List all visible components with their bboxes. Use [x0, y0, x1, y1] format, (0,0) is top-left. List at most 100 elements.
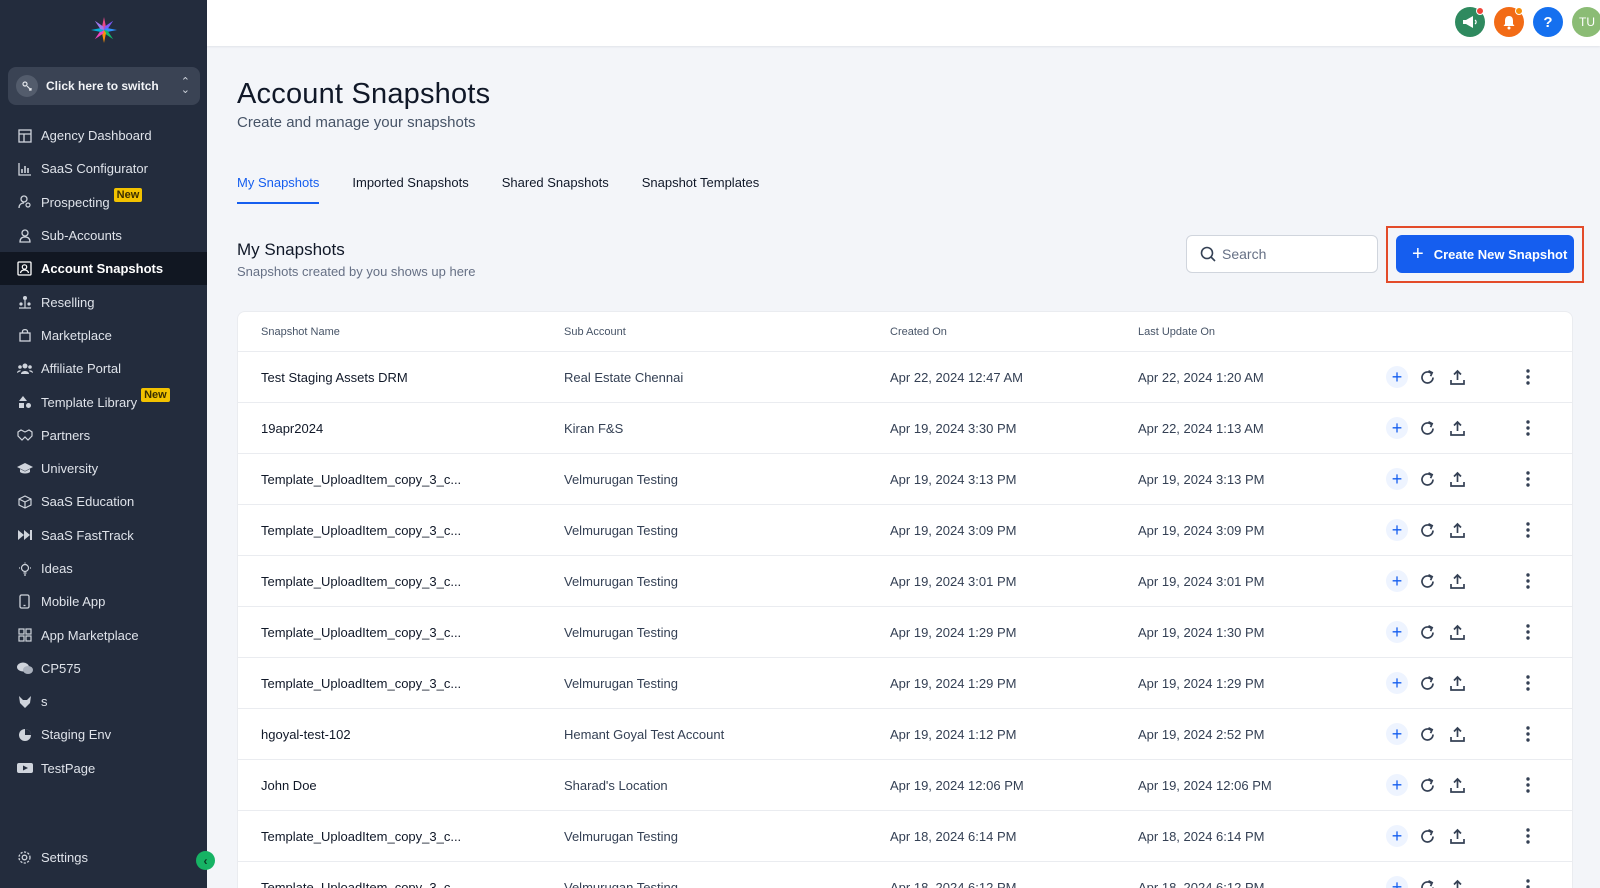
table-row[interactable]: Template_UploadItem_copy_3_c... Velmuruga… — [238, 862, 1572, 888]
sidebar-item-saas-education[interactable]: SaaS Education — [0, 485, 207, 518]
collapse-sidebar-button[interactable]: ‹ — [196, 851, 215, 870]
tab-snapshot-templates[interactable]: Snapshot Templates — [642, 170, 760, 204]
more-options-icon[interactable] — [1518, 876, 1538, 888]
add-icon[interactable]: + — [1386, 621, 1408, 643]
upload-icon[interactable] — [1446, 876, 1468, 888]
app-logo[interactable] — [88, 14, 120, 46]
refresh-icon[interactable] — [1416, 519, 1438, 541]
add-icon[interactable]: + — [1386, 774, 1408, 796]
help-button[interactable]: ? — [1533, 7, 1563, 37]
refresh-icon[interactable] — [1416, 825, 1438, 847]
upload-icon[interactable] — [1446, 570, 1468, 592]
sidebar-item-ideas[interactable]: Ideas — [0, 552, 207, 585]
snapshot-name-cell[interactable]: Template_UploadItem_copy_3_c... — [238, 574, 564, 589]
search-input[interactable] — [1222, 246, 1362, 262]
snapshot-name-cell[interactable]: 19apr2024 — [238, 421, 564, 436]
notifications-button[interactable] — [1494, 7, 1524, 37]
sidebar-item-prospecting[interactable]: Prospecting New — [0, 186, 207, 219]
upload-icon[interactable] — [1446, 468, 1468, 490]
refresh-icon[interactable] — [1416, 723, 1438, 745]
table-row[interactable]: hgoyal-test-102 Hemant Goyal Test Account… — [238, 709, 1572, 760]
avatar[interactable]: TU — [1572, 7, 1600, 37]
sidebar-item-saas-fasttrack[interactable]: SaaS FastTrack — [0, 519, 207, 552]
more-options-icon[interactable] — [1518, 672, 1538, 694]
table-row[interactable]: Test Staging Assets DRM Real Estate Chenn… — [238, 352, 1572, 403]
add-icon[interactable]: + — [1386, 468, 1408, 490]
table-row[interactable]: Template_UploadItem_copy_3_c... Velmuruga… — [238, 811, 1572, 862]
add-icon[interactable]: + — [1386, 570, 1408, 592]
sidebar-item-sub-accounts[interactable]: Sub-Accounts — [0, 219, 207, 252]
sidebar-item-marketplace[interactable]: Marketplace — [0, 319, 207, 352]
refresh-icon[interactable] — [1416, 876, 1438, 888]
add-icon[interactable]: + — [1386, 519, 1408, 541]
more-options-icon[interactable] — [1518, 519, 1538, 541]
upload-icon[interactable] — [1446, 366, 1468, 388]
announcements-button[interactable] — [1455, 7, 1485, 37]
more-options-icon[interactable] — [1518, 774, 1538, 796]
sidebar-item-account-snapshots[interactable]: Account Snapshots — [0, 252, 207, 286]
more-options-icon[interactable] — [1518, 825, 1538, 847]
upload-icon[interactable] — [1446, 621, 1468, 643]
table-row[interactable]: Template_UploadItem_copy_3_c... Velmuruga… — [238, 556, 1572, 607]
account-switcher[interactable]: Click here to switch ⌃ ⌄ — [8, 67, 200, 105]
sidebar-item-reselling[interactable]: Reselling — [0, 285, 207, 318]
sidebar-item-testpage[interactable]: TestPage — [0, 752, 207, 785]
upload-icon[interactable] — [1446, 825, 1468, 847]
add-icon[interactable]: + — [1386, 672, 1408, 694]
snapshot-name-cell[interactable]: John Doe — [238, 778, 564, 793]
sidebar-item-staging-env[interactable]: Staging Env — [0, 718, 207, 751]
sidebar-item-affiliate-portal[interactable]: Affiliate Portal — [0, 352, 207, 385]
sidebar-item-s[interactable]: s — [0, 685, 207, 718]
column-header-created-on[interactable]: Created On — [890, 326, 1138, 338]
more-options-icon[interactable] — [1518, 621, 1538, 643]
more-options-icon[interactable] — [1518, 468, 1538, 490]
snapshot-name-cell[interactable]: Template_UploadItem_copy_3_c... — [238, 880, 564, 888]
table-row[interactable]: Template_UploadItem_copy_3_c... Velmuruga… — [238, 607, 1572, 658]
snapshot-name-cell[interactable]: Template_UploadItem_copy_3_c... — [238, 676, 564, 691]
tab-my-snapshots[interactable]: My Snapshots — [237, 170, 320, 204]
column-header-snapshot-name[interactable]: Snapshot Name — [238, 326, 564, 338]
upload-icon[interactable] — [1446, 723, 1468, 745]
column-header-sub-account[interactable]: Sub Account — [564, 326, 890, 338]
add-icon[interactable]: + — [1386, 417, 1408, 439]
create-new-snapshot-button[interactable]: + Create New Snapshot — [1396, 235, 1574, 273]
snapshot-name-cell[interactable]: Template_UploadItem_copy_3_c... — [238, 829, 564, 844]
more-options-icon[interactable] — [1518, 417, 1538, 439]
add-icon[interactable]: + — [1386, 876, 1408, 888]
refresh-icon[interactable] — [1416, 672, 1438, 694]
sidebar-item-template-library[interactable]: Template Library New — [0, 385, 207, 418]
sidebar-item-settings[interactable]: Settings — [0, 841, 207, 874]
table-row[interactable]: Template_UploadItem_copy_3_c... Velmuruga… — [238, 658, 1572, 709]
snapshot-name-cell[interactable]: hgoyal-test-102 — [238, 727, 564, 742]
column-header-last-update-on[interactable]: Last Update On — [1138, 326, 1386, 338]
refresh-icon[interactable] — [1416, 570, 1438, 592]
refresh-icon[interactable] — [1416, 621, 1438, 643]
sidebar-item-partners[interactable]: Partners — [0, 419, 207, 452]
add-icon[interactable]: + — [1386, 723, 1408, 745]
table-row[interactable]: Template_UploadItem_copy_3_c... Velmuruga… — [238, 454, 1572, 505]
snapshot-name-cell[interactable]: Test Staging Assets DRM — [238, 370, 564, 385]
upload-icon[interactable] — [1446, 519, 1468, 541]
table-row[interactable]: John Doe Sharad's Location Apr 19, 2024 12… — [238, 760, 1572, 811]
sidebar-item-university[interactable]: University — [0, 452, 207, 485]
upload-icon[interactable] — [1446, 672, 1468, 694]
sidebar-item-agency-dashboard[interactable]: Agency Dashboard — [0, 119, 207, 152]
snapshot-name-cell[interactable]: Template_UploadItem_copy_3_c... — [238, 472, 564, 487]
snapshot-name-cell[interactable]: Template_UploadItem_copy_3_c... — [238, 523, 564, 538]
more-options-icon[interactable] — [1518, 723, 1538, 745]
refresh-icon[interactable] — [1416, 774, 1438, 796]
upload-icon[interactable] — [1446, 417, 1468, 439]
sidebar-item-saas-configurator[interactable]: SaaS Configurator — [0, 152, 207, 185]
tab-shared-snapshots[interactable]: Shared Snapshots — [502, 170, 609, 204]
refresh-icon[interactable] — [1416, 468, 1438, 490]
snapshot-name-cell[interactable]: Template_UploadItem_copy_3_c... — [238, 625, 564, 640]
sidebar-item-mobile-app[interactable]: Mobile App — [0, 585, 207, 618]
add-icon[interactable]: + — [1386, 366, 1408, 388]
add-icon[interactable]: + — [1386, 825, 1408, 847]
tab-imported-snapshots[interactable]: Imported Snapshots — [352, 170, 468, 204]
more-options-icon[interactable] — [1518, 570, 1538, 592]
more-options-icon[interactable] — [1518, 366, 1538, 388]
sidebar-item-cp575[interactable]: CP575 — [0, 652, 207, 685]
table-row[interactable]: Template_UploadItem_copy_3_c... Velmuruga… — [238, 505, 1572, 556]
table-row[interactable]: 19apr2024 Kiran F&S Apr 19, 2024 3:30 PM Ap… — [238, 403, 1572, 454]
